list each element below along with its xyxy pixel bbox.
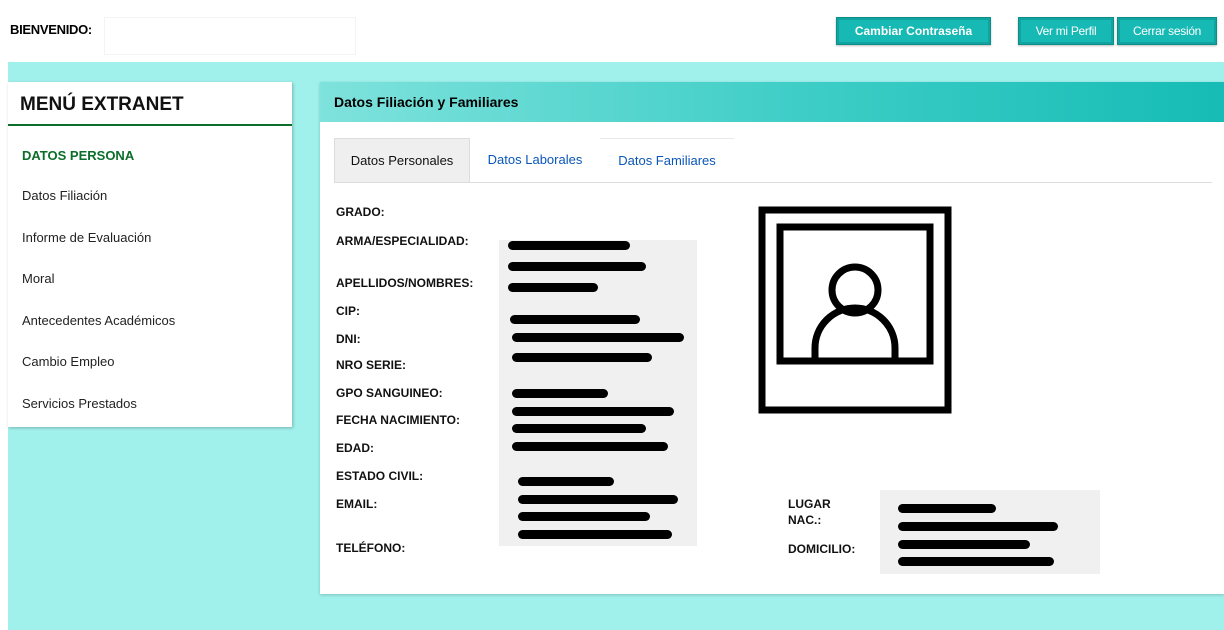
label-gpo-sanguineo: GPO SANGUINEO: [336,386,443,400]
redaction-bar [898,504,996,513]
redaction-bar [512,353,652,362]
sidebar-item-datos-filiacion[interactable]: Datos Filiación [8,175,292,217]
sidebar-item-servicios-prestados[interactable]: Servicios Prestados [8,383,292,425]
redaction-bar [518,512,650,521]
welcome-user-name [104,17,356,55]
redaction-bar [512,389,608,398]
panel-title: Datos Filiación y Familiares [320,82,1224,122]
tab-datos-familiares[interactable]: Datos Familiares [600,138,734,182]
redaction-bar [898,540,1030,549]
sidebar-item-cambio-empleo[interactable]: Cambio Empleo [8,341,292,383]
tab-datos-personales[interactable]: Datos Personales [334,138,470,182]
user-avatar-icon [758,206,952,414]
sidebar-title: MENÚ EXTRANET [8,82,292,126]
welcome-label: BIENVENIDO: [10,22,92,37]
redaction-bar [898,557,1054,566]
redaction-bar [518,495,678,504]
sidebar-item-informe-evaluacion[interactable]: Informe de Evaluación [8,217,292,259]
redaction-bar [518,477,614,486]
label-dni: DNI: [336,332,361,346]
label-lugar-nac-2: NAC.: [788,513,822,527]
label-domicilio: DOMICILIO: [788,542,856,556]
redaction-bar [518,530,672,539]
label-apellidos-nombres: APELLIDOS/NOMBRES: [336,276,474,290]
label-cip: CIP: [336,304,360,318]
tab-datos-laborales[interactable]: Datos Laborales [472,138,598,182]
redaction-bar [508,241,630,250]
redaction-bar [508,262,646,271]
label-fecha-nacimiento: FECHA NACIMIENTO: [336,413,460,427]
redaction-bar [512,333,684,342]
redaction-bar [898,522,1058,531]
label-edad: EDAD: [336,441,374,455]
view-profile-button[interactable]: Ver mi Perfil [1018,17,1114,45]
label-estado-civil: ESTADO CIVIL: [336,469,424,483]
label-arma-especialidad: ARMA/ESPECIALIDAD: [336,234,469,248]
sidebar-section-heading: DATOS PERSONA [22,148,135,163]
sidebar-menu: MENÚ EXTRANET DATOS PERSONA Datos Filiac… [8,82,292,427]
label-grado: GRADO: [336,205,385,219]
label-email: EMAIL: [336,497,378,511]
sidebar-item-moral[interactable]: Moral [8,258,292,300]
redaction-bar [508,283,598,292]
top-bar: BIENVENIDO: Cambiar Contraseña Ver mi Pe… [0,0,1224,62]
label-nro-serie: NRO SERIE: [336,358,407,372]
redaction-bar [510,315,640,324]
redaction-bar [512,442,668,451]
label-telefono: TELÉFONO: [336,541,406,555]
change-password-button[interactable]: Cambiar Contraseña [836,17,991,45]
redaction-bar [512,407,674,416]
redaction-bar [512,424,646,433]
logout-button[interactable]: Cerrar sesión [1117,17,1217,45]
label-lugar-nac: LUGAR [788,497,831,511]
sidebar-item-antecedentes-academicos[interactable]: Antecedentes Académicos [8,300,292,342]
tab-bar: Datos Personales Datos Laborales Datos F… [334,138,1212,183]
